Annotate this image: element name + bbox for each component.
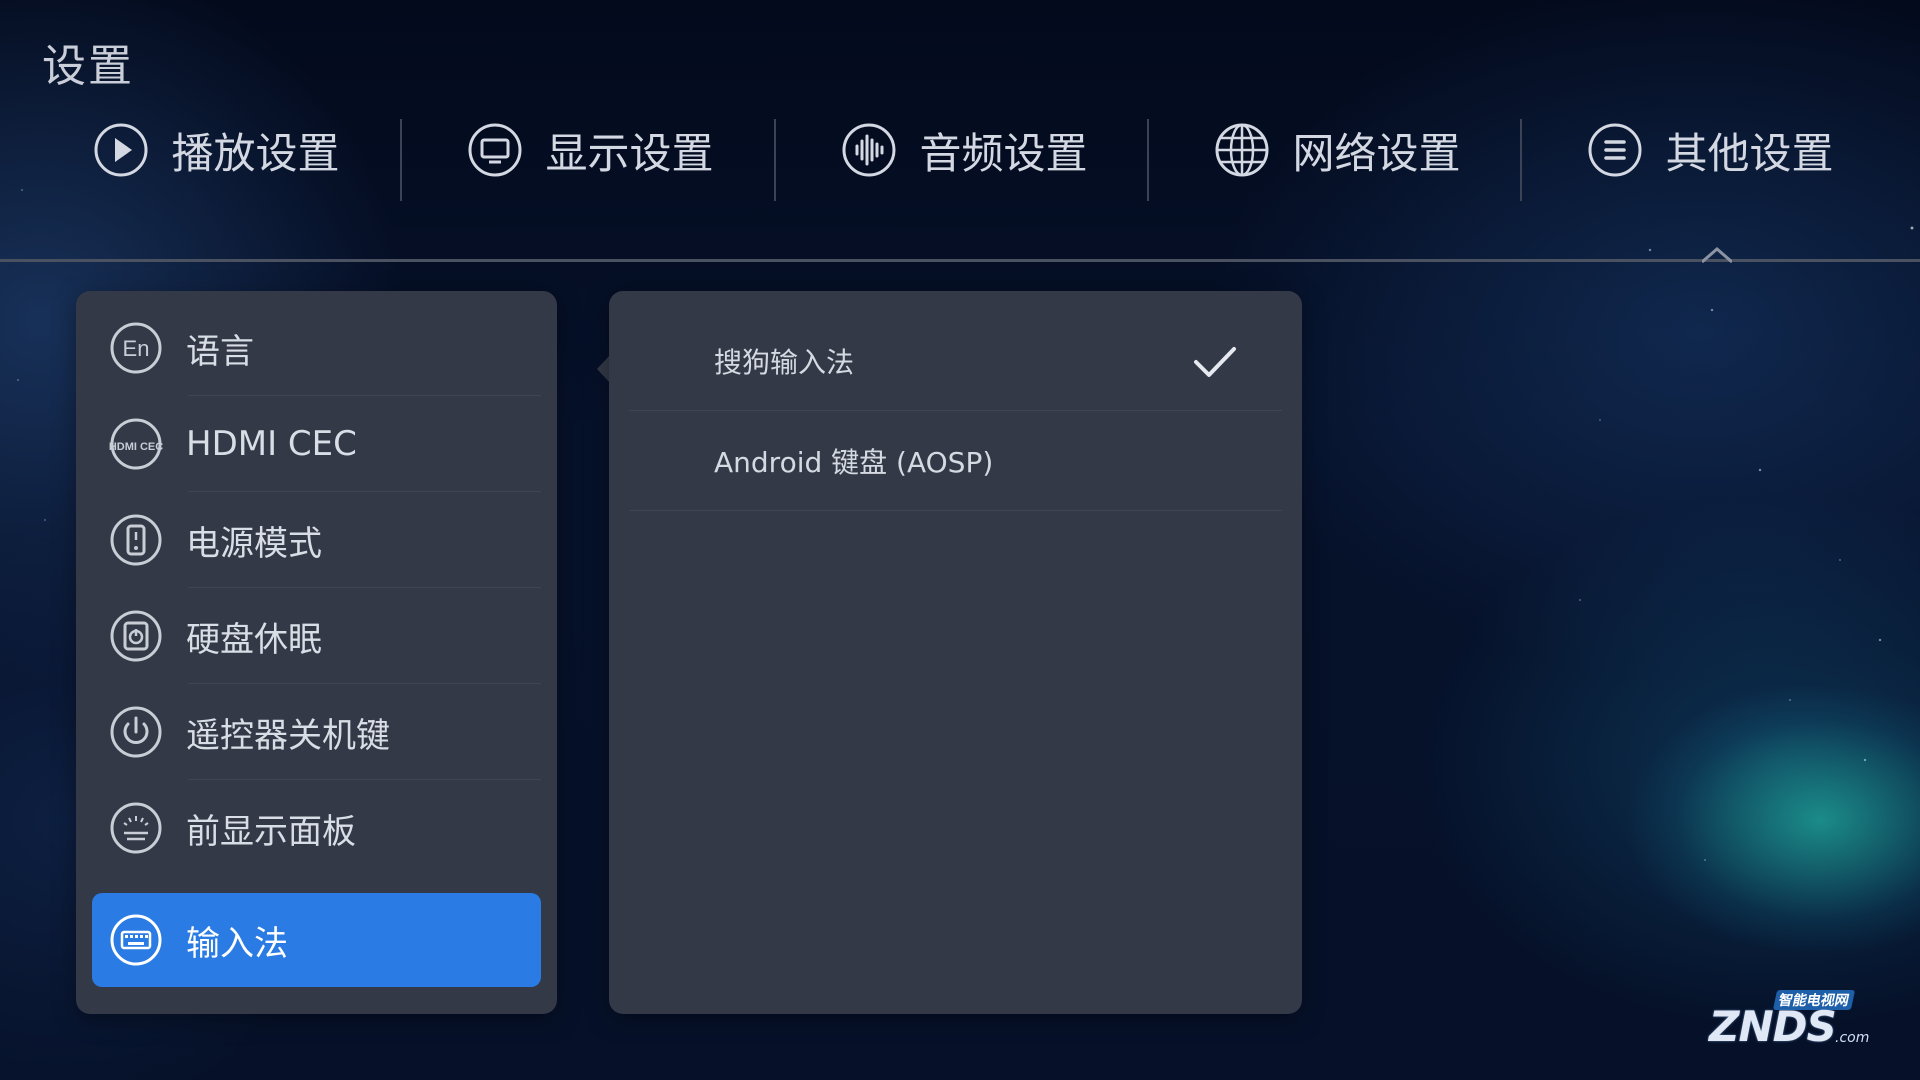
language-en-icon: En <box>108 320 164 376</box>
divider <box>629 510 1282 511</box>
keyboard-icon <box>108 912 164 968</box>
audio-wave-icon <box>841 122 897 178</box>
tab-label: 其他设置 <box>1665 128 1834 178</box>
menu-lines-icon <box>1587 122 1643 178</box>
menu-item-label: 遥控器关机键 <box>186 715 390 756</box>
menu-item-disk-sleep[interactable]: 硬盘休眠 <box>92 588 541 684</box>
svg-text:HDMI CEC: HDMI CEC <box>109 441 163 453</box>
selected-tab-caret-icon <box>1702 247 1732 263</box>
option-label: Android 键盘 (AOSP) <box>714 446 994 479</box>
tab-label: 网络设置 <box>1292 128 1461 178</box>
monitor-icon <box>467 122 523 178</box>
tab-network-settings[interactable]: 网络设置 <box>1151 95 1524 205</box>
tab-divider <box>774 119 776 201</box>
tab-label: 显示设置 <box>545 128 714 178</box>
tab-display-settings[interactable]: 显示设置 <box>404 95 777 205</box>
znds-watermark-logo: 智能电视网 ZNDS .com <box>1705 978 1875 1051</box>
front-panel-icon <box>108 800 164 856</box>
globe-icon <box>1214 122 1270 178</box>
menu-item-hdmi-cec[interactable]: HDMI CEC HDMI CEC <box>92 396 541 492</box>
menu-item-label: 前显示面板 <box>186 811 356 852</box>
tab-playback-settings[interactable]: 播放设置 <box>30 95 403 205</box>
tab-audio-settings[interactable]: 音频设置 <box>778 95 1151 205</box>
play-icon <box>93 122 149 178</box>
tab-label: 播放设置 <box>171 128 340 178</box>
menu-item-language[interactable]: En 语言 <box>92 300 541 396</box>
tab-underline <box>0 259 1920 262</box>
disk-sleep-icon <box>108 608 164 664</box>
menu-item-label: HDMI CEC <box>186 424 357 464</box>
option-label: 搜狗输入法 <box>714 346 855 379</box>
menu-item-input-method[interactable]: 输入法 <box>92 893 541 987</box>
tab-other-settings[interactable]: 其他设置 <box>1524 95 1897 205</box>
menu-item-remote-power-key[interactable]: 遥控器关机键 <box>92 684 541 780</box>
tab-divider <box>400 119 402 201</box>
tab-divider <box>1520 119 1522 201</box>
option-sogou-input[interactable]: 搜狗输入法 <box>629 311 1282 411</box>
menu-item-label: 语言 <box>186 331 254 372</box>
menu-item-label: 电源模式 <box>186 523 322 564</box>
page-title: 设置 <box>42 41 134 92</box>
menu-item-front-panel[interactable]: 前显示面板 <box>92 780 541 876</box>
category-tabs: 播放设置 显示设置 音频设置 网络设置 其他设置 <box>0 95 1920 205</box>
check-icon <box>1194 347 1236 377</box>
hdmi-cec-icon: HDMI CEC <box>108 416 164 472</box>
option-android-keyboard[interactable]: Android 键盘 (AOSP) <box>629 411 1282 511</box>
power-mode-icon <box>108 512 164 568</box>
input-method-options-panel: 搜狗输入法 Android 键盘 (AOSP) <box>609 291 1302 1014</box>
menu-item-label: 输入法 <box>186 923 288 964</box>
svg-text:En: En <box>123 336 150 361</box>
settings-menu-panel: En 语言 HDMI CEC HDMI CEC 电源模式 硬盘休眠 遥控器关机键 <box>76 291 557 1014</box>
menu-item-power-mode[interactable]: 电源模式 <box>92 492 541 588</box>
tab-label: 音频设置 <box>919 128 1088 178</box>
power-icon <box>108 704 164 760</box>
menu-item-label: 硬盘休眠 <box>186 619 322 660</box>
tab-divider <box>1147 119 1149 201</box>
